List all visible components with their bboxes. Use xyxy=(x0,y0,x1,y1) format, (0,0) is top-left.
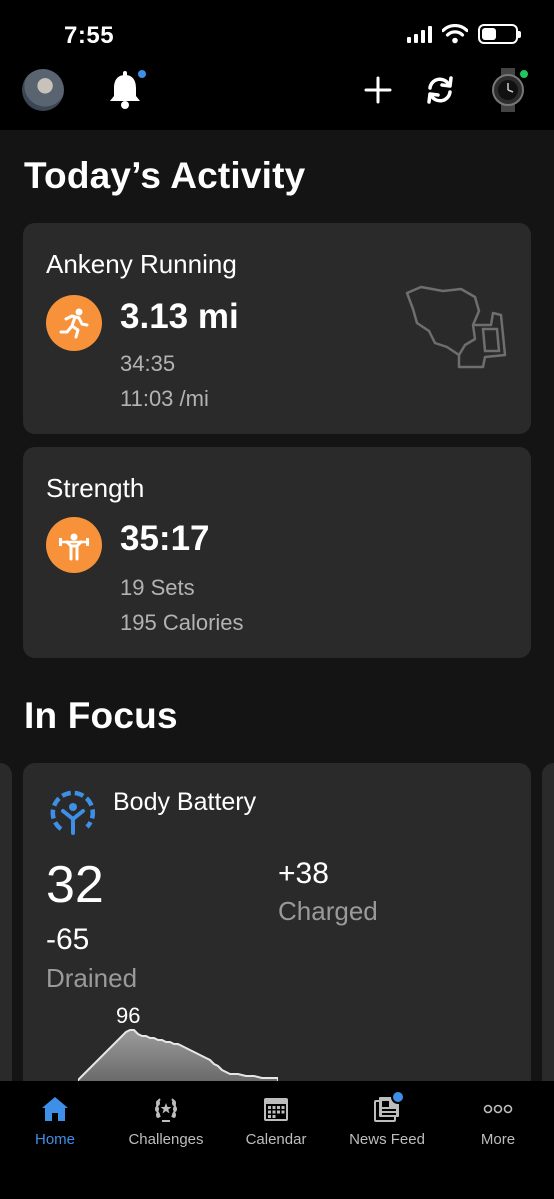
tab-label: News Feed xyxy=(349,1131,425,1148)
battery-icon xyxy=(478,24,521,44)
notification-dot xyxy=(136,68,148,80)
next-focus-card[interactable] xyxy=(542,763,554,1093)
plus-icon[interactable] xyxy=(360,72,396,108)
route-map-icon xyxy=(405,285,507,369)
tab-challenges[interactable]: Challenges xyxy=(111,1093,221,1148)
tab-home[interactable]: Home xyxy=(0,1093,110,1148)
activity-card-running[interactable]: Ankeny Running 3.13 mi 34:35 11:03 /mi xyxy=(23,223,531,434)
activity-duration: 34:35 xyxy=(120,351,176,376)
running-icon xyxy=(46,295,102,351)
activity-name: Ankeny Running xyxy=(46,249,237,279)
body-battery-current: 32 xyxy=(46,856,104,914)
tab-label: Challenges xyxy=(128,1131,204,1148)
weightlifting-icon xyxy=(46,517,102,573)
drained-label: Drained xyxy=(46,963,138,993)
cellular-signal-icon xyxy=(407,25,432,43)
wifi-icon xyxy=(442,24,468,44)
home-icon xyxy=(42,1097,68,1121)
device-connected-dot xyxy=(518,68,530,80)
activity-duration: 35:17 xyxy=(120,519,210,558)
bottom-tab-bar: Home Challenges Calendar News Feed More xyxy=(0,1081,554,1199)
calendar-icon xyxy=(264,1098,288,1121)
charged-label: Charged xyxy=(278,896,378,926)
body-battery-title: Body Battery xyxy=(113,788,257,816)
tab-label: More xyxy=(480,1131,516,1148)
todays-activity-title: Today’s Activity xyxy=(24,155,306,196)
app-header: 7:55 xyxy=(0,0,554,130)
activity-sets: 19 Sets xyxy=(120,575,195,600)
sync-icon[interactable] xyxy=(422,72,458,108)
activity-card-strength[interactable]: Strength 35:17 19 Sets 195 Calories xyxy=(23,447,531,658)
top-toolbar xyxy=(0,66,554,114)
tab-label: Calendar xyxy=(245,1131,307,1148)
activity-calories: 195 Calories xyxy=(120,610,244,635)
activity-pace: 11:03 /mi xyxy=(120,386,209,411)
tab-calendar[interactable]: Calendar xyxy=(221,1093,331,1148)
avatar[interactable] xyxy=(22,69,64,111)
body-battery-icon xyxy=(50,790,96,835)
tab-more[interactable]: More xyxy=(443,1093,553,1148)
status-time: 7:55 xyxy=(64,22,115,49)
status-icons xyxy=(407,24,521,44)
laurel-icon xyxy=(155,1098,177,1122)
more-icon xyxy=(483,1104,513,1114)
previous-focus-card[interactable] xyxy=(0,763,12,1093)
news-feed-badge xyxy=(391,1090,405,1104)
tab-label: Home xyxy=(34,1131,75,1148)
activity-distance: 3.13 mi xyxy=(120,297,239,336)
drained-value: -65 xyxy=(46,923,90,956)
body-battery-card[interactable]: Body Battery 32 -65 Drained +38 Charged … xyxy=(23,763,531,1093)
activity-name: Strength xyxy=(46,473,145,503)
charged-value: +38 xyxy=(278,857,329,890)
in-focus-title: In Focus xyxy=(24,695,178,736)
tab-news-feed[interactable]: News Feed xyxy=(332,1093,442,1148)
